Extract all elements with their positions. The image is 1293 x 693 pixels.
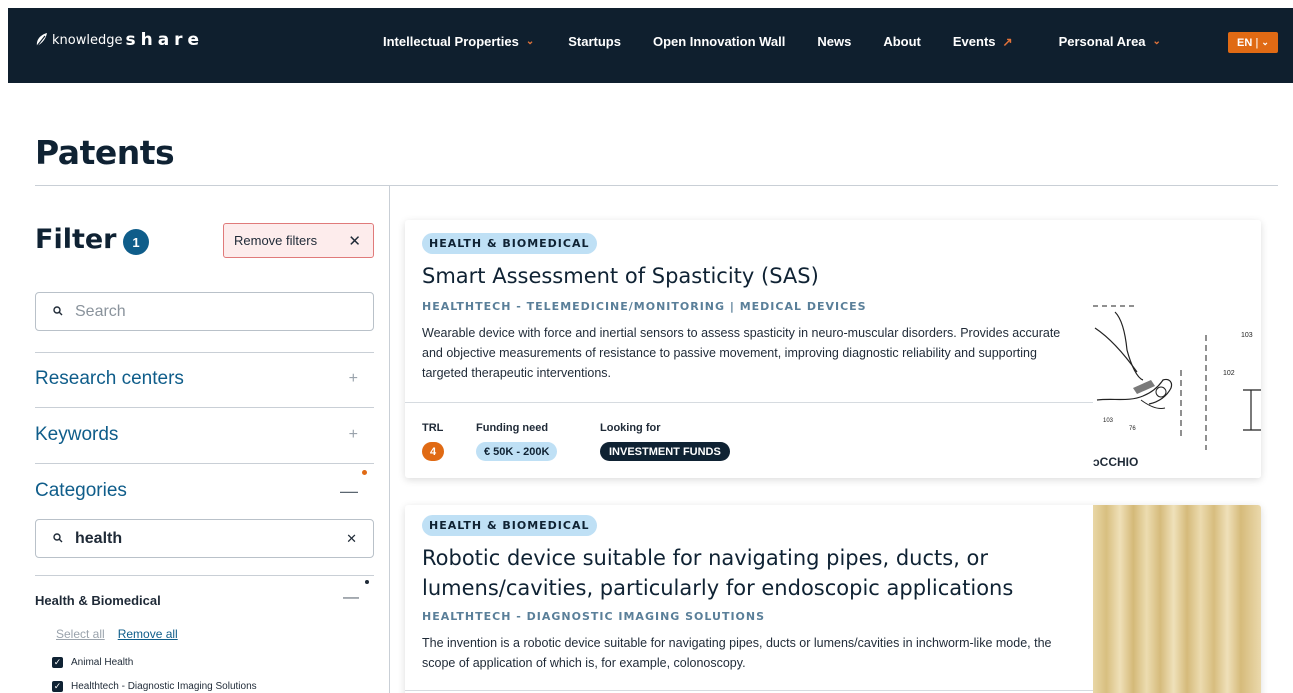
filter-section-keywords[interactable]: Keywords + xyxy=(35,424,374,446)
search-placeholder: Search xyxy=(75,302,126,320)
chevron-down-icon: ⌄ xyxy=(1152,36,1161,47)
search-icon xyxy=(53,305,63,319)
nav-item-label: Startups xyxy=(568,34,621,49)
chevron-down-icon: ⌄ xyxy=(525,36,535,47)
nav-menu: Intellectual Properties ⌄ Startups Open … xyxy=(383,34,1161,49)
card-subcategory: HEALTHTECH - TELEMEDICINE/MONITORING | M… xyxy=(422,300,867,313)
remove-filters-label: Remove filters xyxy=(234,233,318,248)
divider xyxy=(35,407,374,408)
funding-badge: € 50K - 200K xyxy=(476,442,558,461)
logo-big-text: share xyxy=(125,30,205,50)
close-icon: ✕ xyxy=(348,233,361,250)
minus-icon[interactable]: — xyxy=(343,589,359,607)
top-navbar: knowledge share Intellectual Properties … xyxy=(8,8,1293,83)
plus-icon: + xyxy=(348,370,358,387)
active-filter-count-badge: 1 xyxy=(123,229,149,255)
category-pill: HEALTH & BIOMEDICAL xyxy=(422,515,597,536)
divider xyxy=(405,402,1093,403)
clear-icon[interactable]: ✕ xyxy=(346,531,357,547)
language-label: EN xyxy=(1237,36,1253,49)
nav-item-startups[interactable]: Startups xyxy=(568,34,621,49)
nav-item-events[interactable]: Events ↗ xyxy=(953,34,1013,49)
patent-drawing-image: 103 102 103 76 xyxy=(1093,220,1261,478)
checkbox-checked-icon[interactable]: ✓ xyxy=(52,657,63,668)
remove-filters-button[interactable]: Remove filters ✕ xyxy=(223,223,374,258)
looking-for-badge: INVESTMENT FUNDS xyxy=(600,442,730,461)
indicator-dot xyxy=(365,580,369,584)
chevron-down-icon: ⌄ xyxy=(1261,37,1269,47)
drawing-number: 102 xyxy=(1223,370,1235,377)
card-description: The invention is a robotic device suitab… xyxy=(422,636,1052,670)
remove-all-link[interactable]: Remove all xyxy=(118,627,178,641)
filter-title: Filter xyxy=(35,224,117,255)
trl-badge: 4 xyxy=(422,442,444,461)
divider xyxy=(35,463,374,464)
search-icon xyxy=(53,532,63,546)
divider xyxy=(35,352,374,353)
nav-item-intellectual-properties[interactable]: Intellectual Properties ⌄ xyxy=(383,34,534,49)
nav-item-label: Events xyxy=(952,34,996,49)
category-option-label: Healthtech - Diagnostic Imaging Solution… xyxy=(71,681,257,692)
divider xyxy=(35,185,1278,186)
select-all-link[interactable]: Select all xyxy=(56,627,105,641)
checkbox-checked-icon[interactable]: ✓ xyxy=(52,681,63,692)
category-pill: HEALTH & BIOMEDICAL xyxy=(422,233,597,254)
category-group-title[interactable]: Health & Biomedical xyxy=(35,593,161,608)
nav-item-label: Intellectual Properties xyxy=(383,34,519,49)
looking-for-label: Looking for xyxy=(600,422,661,434)
category-search-input[interactable]: health ✕ xyxy=(35,519,374,558)
divider xyxy=(35,575,374,576)
nav-item-label: Personal Area xyxy=(1058,34,1146,49)
card-title[interactable]: Robotic device suitable for navigating p… xyxy=(422,543,1082,603)
section-label: Categories xyxy=(35,480,127,501)
drawing-number: 103 xyxy=(1241,332,1253,339)
selection-links: Select all Remove all xyxy=(56,627,178,641)
nav-item-personal-area[interactable]: Personal Area ⌄ xyxy=(1059,34,1161,49)
card-subcategory: HEALTHTECH - DIAGNOSTIC IMAGING SOLUTION… xyxy=(422,610,766,623)
funding-label: Funding need xyxy=(476,422,549,434)
divider xyxy=(405,690,1093,691)
filter-section-research-centers[interactable]: Research centers + xyxy=(35,368,374,390)
patent-image xyxy=(1093,505,1261,693)
active-indicator-dot xyxy=(362,470,367,475)
trl-label: TRL xyxy=(422,422,444,434)
logo-small-text: knowledge xyxy=(52,32,123,48)
external-link-arrow-icon: ↗ xyxy=(1002,34,1013,49)
vertical-divider xyxy=(389,185,390,693)
category-option-label: Animal Health xyxy=(71,657,134,668)
card-description: Wearable device with force and inertial … xyxy=(422,326,1061,380)
nav-item-news[interactable]: News xyxy=(817,34,851,49)
nav-item-open-innovation-wall[interactable]: Open Innovation Wall xyxy=(653,34,785,49)
card-title[interactable]: Smart Assessment of Spasticity (SAS) xyxy=(422,261,1082,291)
image-caption: ɔCCHIO xyxy=(1093,455,1139,469)
logo[interactable]: knowledge share xyxy=(34,30,204,50)
minus-icon: — xyxy=(340,480,358,501)
leaf-logo-icon xyxy=(34,31,50,49)
page-title: Patents xyxy=(35,133,175,172)
language-selector[interactable]: EN | ⌄ xyxy=(1228,32,1278,53)
filter-section-categories[interactable]: Categories — xyxy=(35,480,374,502)
category-search-value: health xyxy=(75,529,123,547)
section-label: Research centers xyxy=(35,368,184,389)
patent-card[interactable]: HEALTH & BIOMEDICAL Smart Assessment of … xyxy=(405,220,1261,478)
category-option[interactable]: ✓ Healthtech - Diagnostic Imaging Soluti… xyxy=(52,681,257,692)
patent-card[interactable]: HEALTH & BIOMEDICAL Robotic device suita… xyxy=(405,505,1261,693)
section-label: Keywords xyxy=(35,424,119,445)
search-input[interactable]: Search xyxy=(35,292,374,331)
category-option[interactable]: ✓ Animal Health xyxy=(52,657,133,668)
top-strip xyxy=(0,0,1293,8)
nav-item-label: Open Innovation Wall xyxy=(652,34,786,49)
drawing-number: 103 xyxy=(1103,418,1114,424)
plus-icon: + xyxy=(348,426,358,443)
nav-item-label: About xyxy=(883,34,921,49)
language-separator: | xyxy=(1255,36,1259,49)
nav-item-label: News xyxy=(817,34,852,49)
nav-item-about[interactable]: About xyxy=(883,34,921,49)
drawing-number: 76 xyxy=(1129,426,1136,432)
